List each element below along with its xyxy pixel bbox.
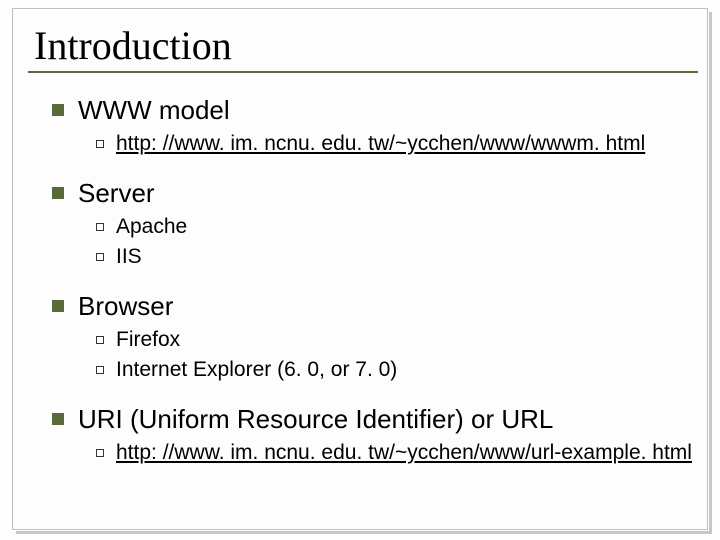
bullet-uri: URI (Uniform Resource Identifier) or URL (52, 404, 692, 435)
square-bullet-icon (52, 104, 64, 116)
hollow-square-bullet-icon (96, 366, 104, 374)
hollow-square-bullet-icon (96, 140, 104, 148)
sub-bullet-text: IIS (116, 245, 142, 269)
square-bullet-icon (52, 187, 64, 199)
hollow-square-bullet-icon (96, 449, 104, 457)
title-underline (28, 71, 698, 73)
sub-bullet-uri-link: http: //www. im. ncnu. edu. tw/~ycchen/w… (96, 441, 692, 465)
sub-bullet-text: Firefox (116, 328, 180, 352)
hollow-square-bullet-icon (96, 336, 104, 344)
square-bullet-icon (52, 413, 64, 425)
link-url-example[interactable]: http: //www. im. ncnu. edu. tw/~ycchen/w… (116, 441, 692, 465)
sub-bullet-firefox: Firefox (96, 328, 692, 352)
bullet-server: Server (52, 178, 692, 209)
slide-shadow-bottom (16, 531, 712, 534)
bullet-browser: Browser (52, 291, 692, 322)
slide-title: Introduction (34, 22, 692, 69)
sub-bullet-text: Apache (116, 215, 187, 239)
hollow-square-bullet-icon (96, 223, 104, 231)
sub-bullet-apache: Apache (96, 215, 692, 239)
sub-bullet-text: Internet Explorer (6. 0, or 7. 0) (116, 358, 397, 382)
bullet-text: WWW model (78, 95, 230, 126)
bullet-text: URI (Uniform Resource Identifier) or URL (78, 404, 553, 435)
square-bullet-icon (52, 300, 64, 312)
sub-bullet-ie: Internet Explorer (6. 0, or 7. 0) (96, 358, 692, 382)
sub-bullet-iis: IIS (96, 245, 692, 269)
link-wwwm[interactable]: http: //www. im. ncnu. edu. tw/~ycchen/w… (116, 132, 645, 156)
bullet-text: Browser (78, 291, 173, 322)
bullet-text: Server (78, 178, 155, 209)
hollow-square-bullet-icon (96, 253, 104, 261)
bullet-www-model: WWW model (52, 95, 692, 126)
slide-shadow-right (709, 12, 712, 534)
sub-bullet-www-link: http: //www. im. ncnu. edu. tw/~ycchen/w… (96, 132, 692, 156)
